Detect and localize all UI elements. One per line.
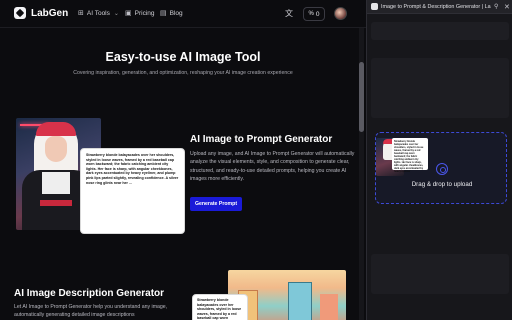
percent-icon: % (308, 11, 314, 17)
nav-ai-tools[interactable]: ⊞ AI Tools ⌄ (78, 9, 119, 18)
description-output-card: Strawberry blonde balayacades over her s… (192, 294, 248, 320)
translate-icon[interactable]: 文 (285, 8, 293, 19)
prompt-output-text: Strawberry blonde balayacades over her s… (86, 153, 179, 185)
section-description-image-to-prompt: Upload any image, and AI Image to Prompt… (190, 151, 355, 183)
portrait-top (42, 172, 70, 194)
panel-placeholder (371, 58, 509, 118)
panel-placeholder (371, 22, 509, 40)
image-description-illustration: Strawberry blonde balayacades over her s… (192, 270, 348, 320)
pin-icon[interactable]: ⚲ (494, 3, 498, 10)
nav-blog[interactable]: ▤ Blog (160, 9, 183, 18)
city-building (320, 294, 338, 320)
thumbnail-prompt-card: Strawberry blonde balayacades over her s… (392, 138, 428, 173)
generate-prompt-button[interactable]: Generate Prompt (190, 197, 242, 211)
portrait-belt (40, 200, 72, 206)
hero-subtitle: Covering inspiration, generation, and op… (73, 70, 293, 76)
grid-icon: ⊞ (78, 10, 84, 17)
dragged-image-thumbnail[interactable]: Strawberry blonde balayacades over her s… (376, 132, 428, 180)
section-description-image-description: Let AI Image to Prompt Generator help yo… (14, 304, 168, 319)
scrollbar-thumb[interactable] (359, 62, 364, 132)
labgen-logo-icon (14, 7, 26, 19)
nav-pricing[interactable]: ▣ Pricing (125, 9, 155, 18)
drop-zone-label: Drag & drop to upload (411, 181, 473, 188)
page-scrollbar[interactable] (359, 28, 364, 320)
upload-icon (436, 163, 448, 175)
portrait-cap (36, 122, 76, 136)
hero-title: Easy-to-use AI Image Tool (105, 50, 261, 64)
top-navbar: LabGen ⊞ AI Tools ⌄ ▣ Pricing ▤ Blog 文 %… (0, 0, 366, 28)
doc-icon: ▤ (160, 10, 167, 17)
prompt-output-card: Strawberry blonde balayacades over her s… (80, 148, 185, 234)
nav-ai-tools-label: AI Tools (86, 9, 110, 17)
tag-icon: ▣ (125, 10, 132, 17)
logo[interactable]: LabGen (14, 7, 68, 19)
panel-placeholder (371, 254, 509, 294)
thumbnail-prompt-text: Strawberry blonde balayacades over her s… (394, 140, 424, 173)
close-icon[interactable]: ✕ (504, 3, 510, 11)
nav-blog-label: Blog (169, 9, 183, 17)
section-title-image-to-prompt: AI Image to Prompt Generator (190, 134, 333, 145)
description-output-text: Strawberry blonde balayacades over her s… (197, 298, 242, 320)
credits-count: 0 (315, 10, 320, 18)
logo-text: LabGen (31, 7, 69, 19)
side-panel-title: Image to Prompt & Description Generator … (381, 3, 491, 10)
credits-button[interactable]: % 0 (303, 7, 325, 21)
city-building (288, 282, 312, 320)
main-page: LabGen ⊞ AI Tools ⌄ ▣ Pricing ▤ Blog 文 %… (0, 0, 366, 320)
image-to-prompt-illustration: Strawberry blonde balayacades over her s… (16, 118, 185, 236)
avatar[interactable] (334, 7, 347, 20)
nav-pricing-label: Pricing (134, 9, 155, 17)
portrait-face (45, 136, 67, 162)
section-title-image-description: AI Image Description Generator (14, 288, 165, 299)
side-panel-header: Image to Prompt & Description Generator … (367, 0, 512, 14)
extension-favicon-icon (371, 3, 378, 10)
chevron-down-icon: ⌄ (113, 10, 119, 17)
